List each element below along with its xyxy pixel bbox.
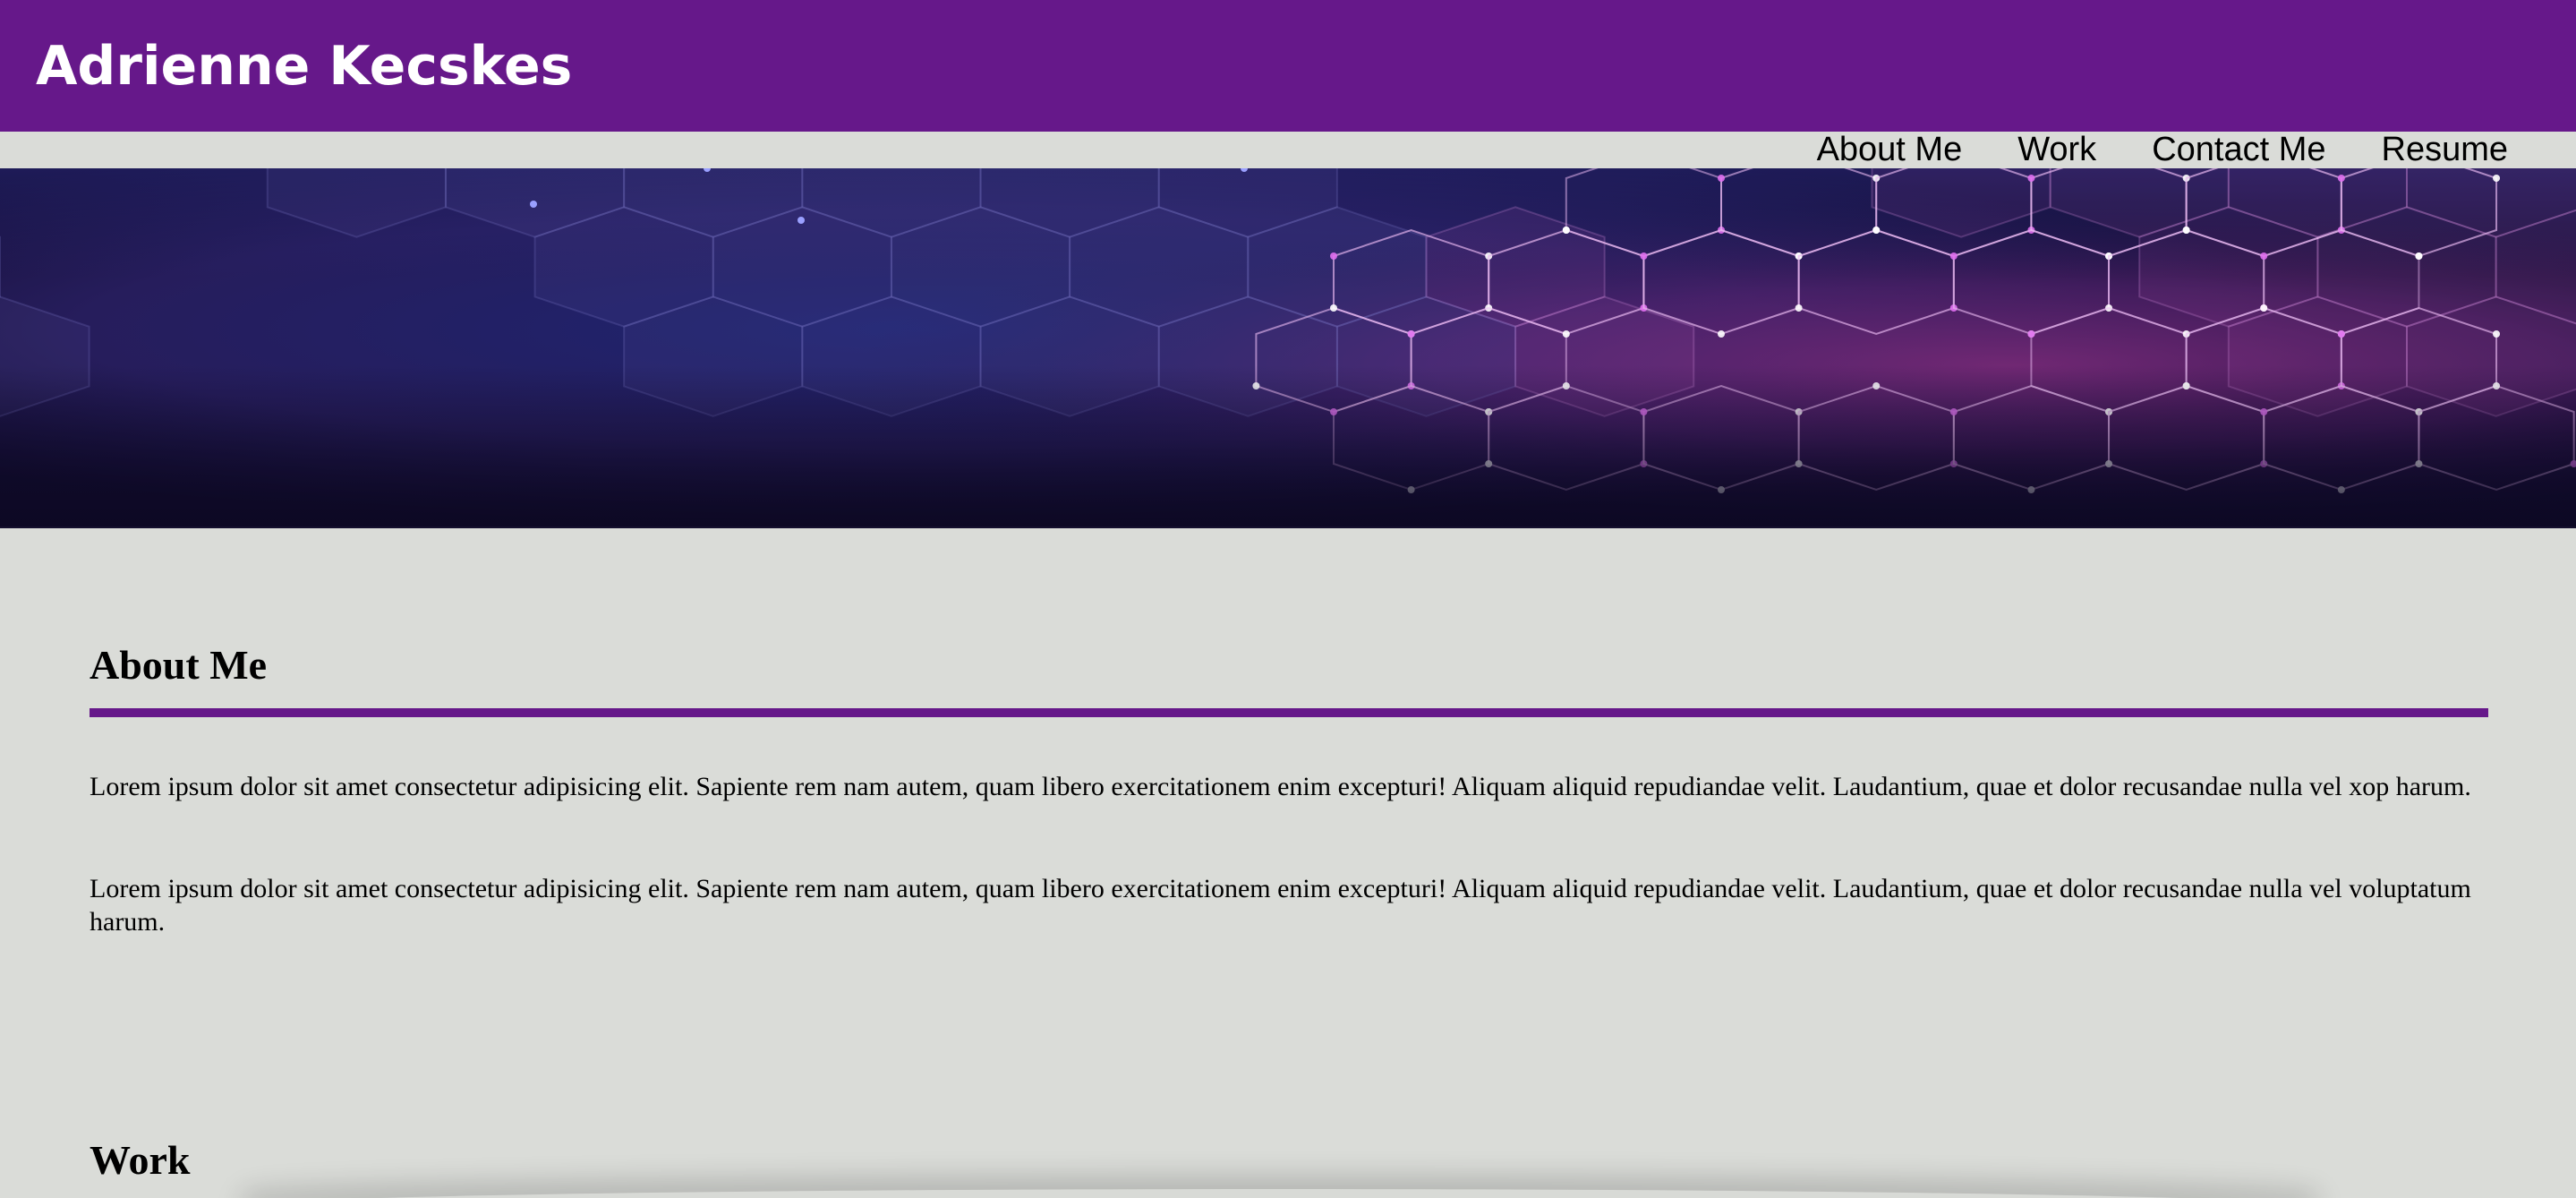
nav-item-contact: Contact Me [2096, 132, 2325, 168]
nav-link-about-me[interactable]: About Me [1817, 131, 1963, 168]
nav-link-work[interactable]: Work [2017, 131, 2096, 168]
work-heading: Work [90, 1137, 191, 1183]
hero-banner-image [0, 168, 2576, 526]
section-divider [90, 708, 2488, 717]
about-heading: About Me [90, 642, 268, 688]
site-title: Adrienne Kecskes [36, 35, 573, 98]
about-paragraph: Lorem ipsum dolor sit amet consectetur a… [90, 874, 2471, 937]
site-header: Adrienne Kecskes [0, 0, 2576, 132]
about-paragraph: Lorem ipsum dolor sit amet consectetur a… [90, 772, 2471, 801]
nav-link-contact-me[interactable]: Contact Me [2152, 131, 2325, 168]
nav-item-resume: Resume [2326, 132, 2509, 168]
main-nav: About Me Work Contact Me Resume [0, 132, 2576, 168]
nav-item-work: Work [1962, 132, 2096, 168]
nav-link-resume[interactable]: Resume [2382, 131, 2509, 168]
nav-item-about: About Me [1761, 132, 1963, 168]
nav-list: About Me Work Contact Me Resume [1761, 132, 2508, 168]
work-card [242, 1189, 2318, 1198]
hero-banner [0, 168, 2576, 528]
